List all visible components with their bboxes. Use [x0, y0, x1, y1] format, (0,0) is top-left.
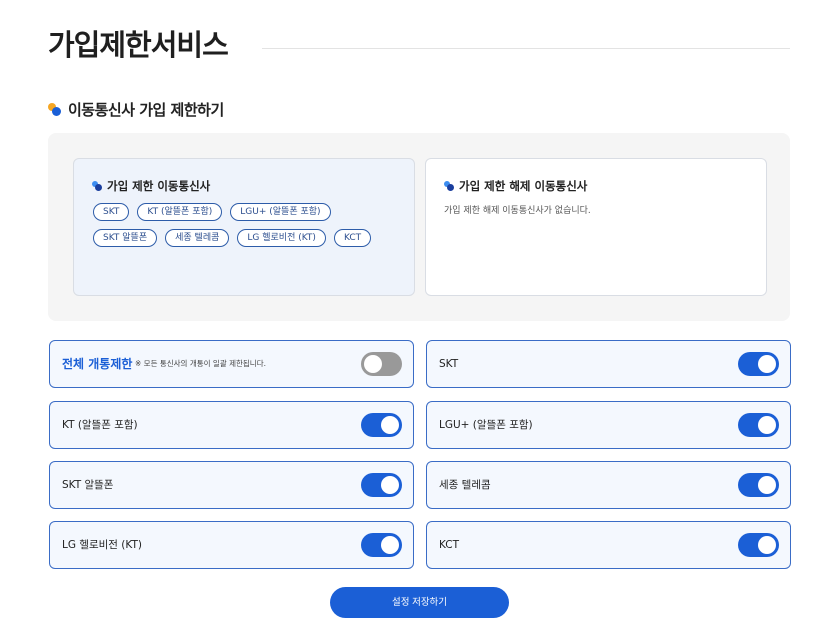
- restricted-card-title-text: 가입 제한 이동통신사: [107, 179, 211, 193]
- carrier-chip: SKT: [93, 203, 130, 221]
- toggle-row-skt-mvno: SKT 알뜰폰: [49, 461, 414, 509]
- carrier-chip: SKT 알뜰폰: [93, 229, 158, 247]
- toggle-knob: [364, 355, 382, 373]
- toggle-knob: [381, 476, 399, 494]
- toggle-switch-skt[interactable]: [738, 352, 779, 376]
- carrier-chip: LGU+ (알뜰폰 포함): [230, 203, 331, 221]
- section-heading: 이동통신사 가입 제한하기: [48, 99, 224, 120]
- carrier-chip: LG 헬로비전 (KT): [237, 229, 326, 247]
- toggle-switch-lg-hellovision[interactable]: [361, 533, 402, 557]
- toggle-switch-lgu[interactable]: [738, 413, 779, 437]
- toggle-label: 세종 텔레콤: [439, 479, 491, 491]
- carrier-chip: 세종 텔레콤: [165, 229, 230, 247]
- bullet-dots-icon: [92, 180, 103, 192]
- carrier-chip: KCT: [333, 229, 372, 247]
- released-card-title-text: 가입 제한 해제 이동통신사: [459, 179, 588, 193]
- toggle-row-skt: SKT: [426, 340, 791, 388]
- toggle-knob: [758, 416, 776, 434]
- toggle-switch-sejong[interactable]: [738, 473, 779, 497]
- toggle-label: LG 헬로비전 (KT): [62, 539, 142, 551]
- restricted-carrier-chips: SKT KT (알뜰폰 포함) LGU+ (알뜰폰 포함) SKT 알뜰폰 세종…: [93, 203, 393, 247]
- bullet-dots-icon: [444, 180, 455, 192]
- page-title: 가입제한서비스: [48, 28, 229, 62]
- toggle-note-all: ※ 모든 통신사의 개통이 일괄 제한됩니다.: [135, 359, 266, 368]
- toggle-row-lg-hellovision: LG 헬로비전 (KT): [49, 521, 414, 569]
- toggle-switch-all[interactable]: [361, 352, 402, 376]
- toggle-label: SKT 알뜰폰: [62, 479, 114, 491]
- toggle-knob: [758, 355, 776, 373]
- toggle-label-all: 전체 개통제한: [62, 357, 133, 371]
- carrier-status-panel: 가입 제한 이동통신사 SKT KT (알뜰폰 포함) LGU+ (알뜰폰 포함…: [48, 133, 790, 321]
- toggle-row-kct: KCT: [426, 521, 791, 569]
- toggle-row-all: 전체 개통제한 ※ 모든 통신사의 개통이 일괄 제한됩니다.: [49, 340, 414, 388]
- toggle-switch-kt[interactable]: [361, 413, 402, 437]
- toggle-knob: [381, 416, 399, 434]
- toggle-knob: [381, 536, 399, 554]
- toggle-label: SKT: [439, 358, 459, 370]
- restricted-carriers-card: 가입 제한 이동통신사 SKT KT (알뜰폰 포함) LGU+ (알뜰폰 포함…: [73, 158, 415, 296]
- restricted-card-title: 가입 제한 이동통신사: [92, 178, 210, 194]
- toggle-row-kt: KT (알뜰폰 포함): [49, 401, 414, 449]
- save-settings-button[interactable]: 설정 저장하기: [330, 587, 509, 618]
- released-card-title: 가입 제한 해제 이동통신사: [444, 178, 587, 194]
- toggle-switch-skt-mvno[interactable]: [361, 473, 402, 497]
- toggle-knob: [758, 536, 776, 554]
- toggle-label: LGU+ (알뜰폰 포함): [439, 419, 533, 431]
- toggle-row-lgu: LGU+ (알뜰폰 포함): [426, 401, 791, 449]
- empty-message: 가입 제한 해제 이동통신사가 없습니다.: [444, 206, 591, 216]
- toggle-knob: [758, 476, 776, 494]
- released-carriers-card: 가입 제한 해제 이동통신사 가입 제한 해제 이동통신사가 없습니다.: [425, 158, 767, 296]
- toggle-label: KCT: [439, 539, 460, 551]
- title-divider: [262, 48, 790, 49]
- toggle-row-sejong: 세종 텔레콤: [426, 461, 791, 509]
- section-heading-text: 이동통신사 가입 제한하기: [68, 101, 224, 119]
- bullet-dots-icon: [48, 102, 62, 117]
- carrier-chip: KT (알뜰폰 포함): [137, 203, 223, 221]
- toggle-label: KT (알뜰폰 포함): [62, 419, 138, 431]
- toggle-switch-kct[interactable]: [738, 533, 779, 557]
